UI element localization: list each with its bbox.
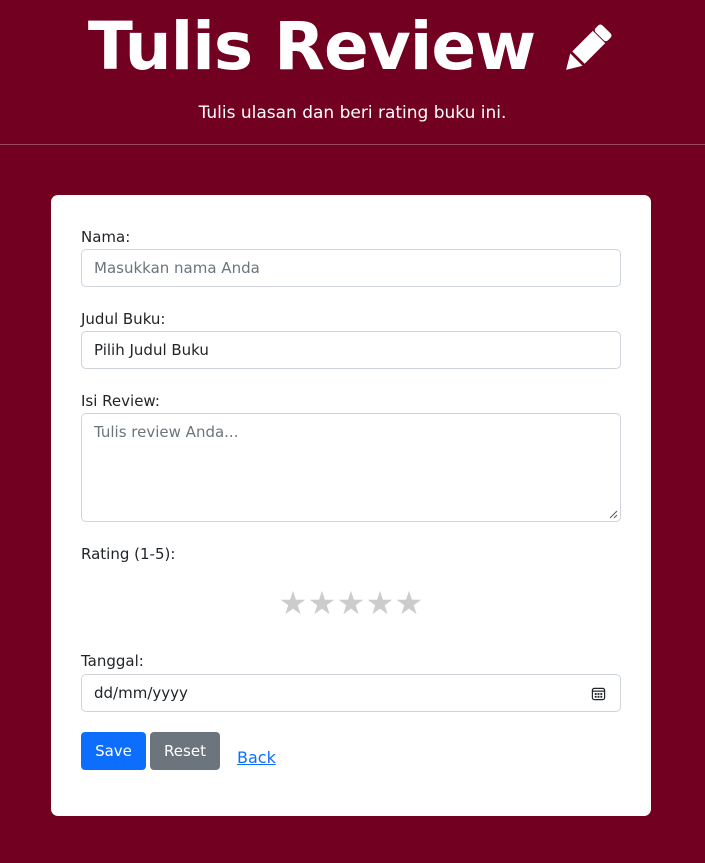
resize-grip-icon[interactable] bbox=[608, 509, 618, 519]
review-form-card: Nama: Masukkan nama Anda Judul Buku: Pil… bbox=[51, 195, 651, 816]
review-textarea[interactable]: Tulis review Anda... bbox=[81, 413, 621, 522]
name-input[interactable]: Masukkan nama Anda bbox=[81, 249, 621, 287]
date-input[interactable]: dd/mm/yyyy bbox=[81, 674, 621, 712]
star-rating: ★ ★ ★ ★ ★ bbox=[51, 583, 651, 623]
calendar-icon[interactable] bbox=[591, 686, 606, 701]
star-1-icon[interactable]: ★ bbox=[279, 583, 308, 623]
star-3-icon[interactable]: ★ bbox=[337, 583, 366, 623]
name-input-placeholder: Masukkan nama Anda bbox=[94, 259, 260, 277]
review-label: Isi Review: bbox=[81, 392, 160, 410]
star-4-icon[interactable]: ★ bbox=[366, 583, 395, 623]
review-textarea-placeholder: Tulis review Anda... bbox=[94, 423, 239, 441]
pencil-icon bbox=[566, 24, 612, 70]
date-label: Tanggal: bbox=[81, 652, 144, 670]
name-label: Nama: bbox=[81, 228, 131, 246]
date-input-placeholder: dd/mm/yyyy bbox=[94, 684, 188, 702]
book-title-select[interactable]: Pilih Judul Buku bbox=[81, 331, 621, 369]
star-5-icon[interactable]: ★ bbox=[395, 583, 424, 623]
back-link[interactable]: Back bbox=[237, 748, 276, 767]
book-title-selected: Pilih Judul Buku bbox=[94, 341, 209, 359]
page-subtitle: Tulis ulasan dan beri rating buku ini. bbox=[198, 103, 507, 123]
reset-button[interactable]: Reset bbox=[150, 732, 220, 770]
book-title-label: Judul Buku: bbox=[81, 310, 166, 328]
rating-label: Rating (1-5): bbox=[81, 545, 176, 563]
save-button[interactable]: Save bbox=[81, 732, 146, 770]
page-header: Tulis Review Tulis ulasan dan beri ratin… bbox=[0, 0, 705, 145]
page-title-text: Tulis Review bbox=[87, 8, 536, 85]
star-2-icon[interactable]: ★ bbox=[308, 583, 337, 623]
page-title: Tulis Review bbox=[0, 8, 705, 86]
